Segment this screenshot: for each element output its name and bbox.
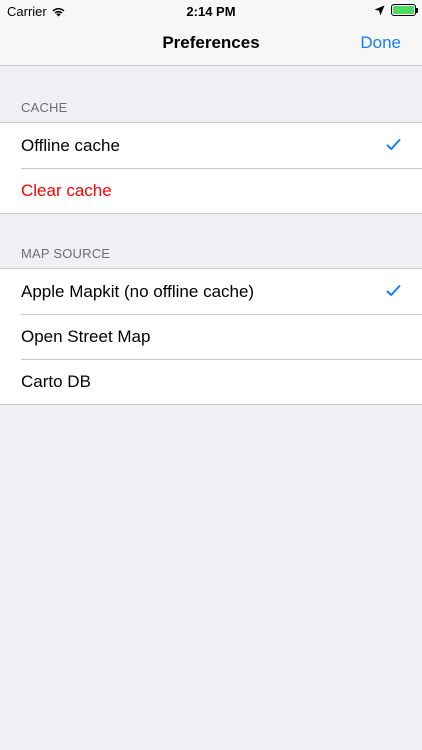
cache-group: Offline cache Clear cache: [0, 122, 422, 214]
map-source-apple-mapkit[interactable]: Apple Mapkit (no offline cache): [0, 269, 422, 314]
offline-cache-label: Offline cache: [21, 135, 120, 155]
section-header-map-source: MAP SOURCE: [21, 246, 111, 261]
status-right: [374, 4, 418, 16]
battery-level: [393, 6, 414, 14]
clear-cache-button[interactable]: Clear cache: [0, 168, 422, 213]
checkmark-icon: [386, 285, 401, 296]
carto-db-label: Carto DB: [21, 371, 91, 391]
battery-nub: [416, 8, 418, 13]
location-arrow-icon: [374, 5, 385, 15]
section-header-cache: CACHE: [21, 100, 68, 115]
apple-mapkit-label: Apple Mapkit (no offline cache): [21, 281, 255, 301]
open-street-map-label: Open Street Map: [21, 326, 151, 346]
map-source-carto-db[interactable]: Carto DB: [0, 359, 422, 404]
done-button[interactable]: Done: [360, 33, 401, 53]
clear-cache-label: Clear cache: [21, 180, 112, 200]
offline-cache-cell[interactable]: Offline cache: [0, 123, 422, 168]
map-source-open-street-map[interactable]: Open Street Map: [0, 314, 422, 359]
checkmark-icon: [386, 139, 401, 150]
clock: 2:14 PM: [186, 4, 236, 19]
page-title: Preferences: [162, 33, 260, 52]
map-source-group: Apple Mapkit (no offline cache) Open Str…: [0, 268, 422, 405]
navigation-bar: Preferences Done: [0, 22, 422, 66]
battery-icon: [391, 4, 418, 16]
status-bar: Carrier 2:14 PM: [0, 0, 422, 22]
